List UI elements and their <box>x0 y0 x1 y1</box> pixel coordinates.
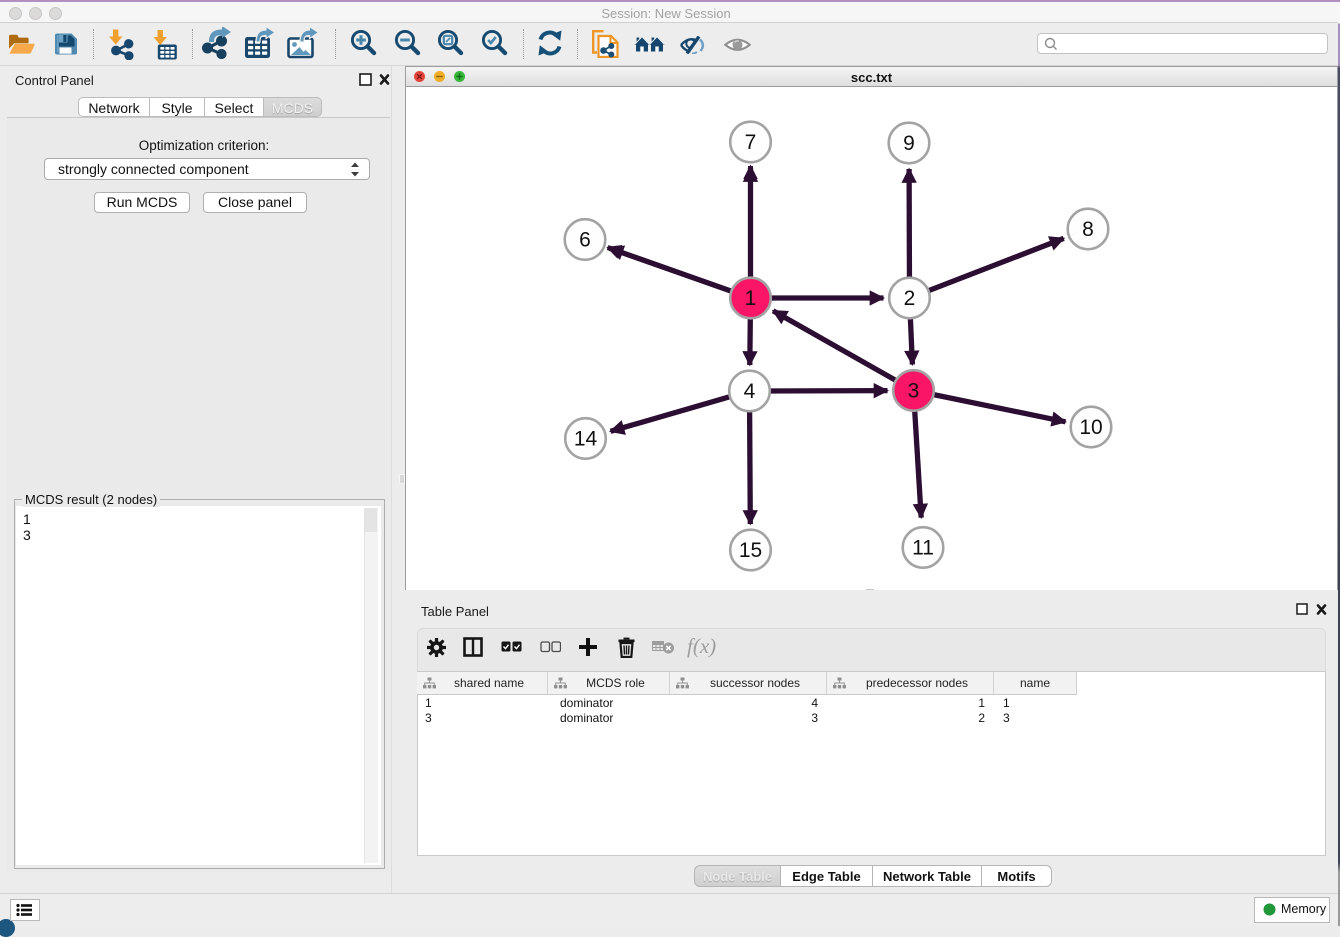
svg-text:14: 14 <box>574 428 598 451</box>
svg-text:15: 15 <box>739 539 762 562</box>
svg-text:8: 8 <box>1082 218 1094 241</box>
svg-text:10: 10 <box>1079 416 1102 439</box>
svg-text:9: 9 <box>903 132 915 155</box>
svg-text:2: 2 <box>904 287 916 310</box>
svg-text:11: 11 <box>912 537 934 560</box>
svg-text:3: 3 <box>908 380 920 403</box>
svg-text:4: 4 <box>744 380 756 403</box>
svg-text:6: 6 <box>579 229 591 252</box>
svg-text:7: 7 <box>745 131 757 154</box>
svg-text:1: 1 <box>745 287 757 310</box>
